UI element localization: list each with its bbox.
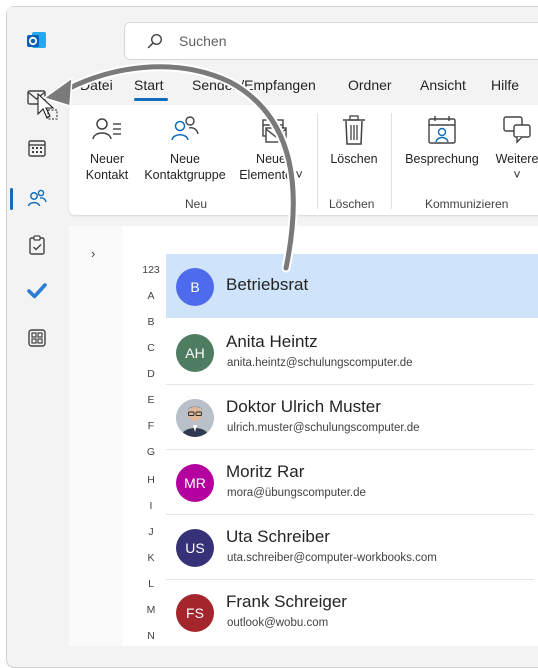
drag-arrow-annotation — [37, 62, 298, 273]
